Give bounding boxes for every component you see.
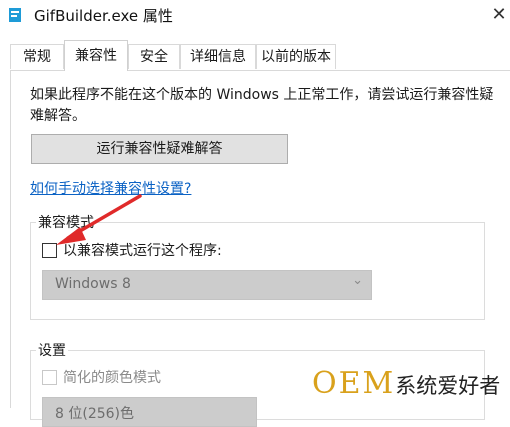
chevron-down-icon: ⌄ <box>352 273 363 288</box>
os-version-select[interactable]: Windows 8 ⌄ <box>42 270 372 300</box>
os-version-value: Windows 8 <box>55 276 131 292</box>
reduced-color-checkbox[interactable] <box>42 370 57 385</box>
reduced-color-label: 简化的颜色模式 <box>63 370 161 386</box>
tab-compatibility[interactable]: 兼容性 <box>64 40 128 71</box>
run-troubleshooter-button[interactable]: 运行兼容性疑难解答 <box>31 134 288 164</box>
manual-settings-link[interactable]: 如何手动选择兼容性设置? <box>30 178 191 198</box>
title-bar: GifBuilder.exe 属性 ✕ <box>0 0 510 32</box>
app-icon <box>9 8 21 22</box>
intro-text: 如果此程序不能在这个版本的 Windows 上正常工作，请尝试运行兼容性疑难解答… <box>30 87 494 124</box>
compat-mode-checkbox-label: 以兼容模式运行这个程序: <box>63 243 222 259</box>
window-title: GifBuilder.exe 属性 <box>34 7 173 25</box>
tab-general[interactable]: 常规 <box>10 44 64 69</box>
watermark-logo: OEM系统爱好者 <box>312 366 501 401</box>
color-mode-value: 8 位(256)色 <box>55 406 135 422</box>
settings-group-label: 设置 <box>36 340 68 360</box>
compat-mode-checkbox[interactable] <box>42 243 57 258</box>
tab-previous-versions[interactable]: 以前的版本 <box>256 44 336 69</box>
tab-details[interactable]: 详细信息 <box>180 44 256 69</box>
tab-bar: 常规 兼容性 安全 详细信息 以前的版本 <box>0 40 510 71</box>
color-mode-select[interactable]: 8 位(256)色 <box>42 397 257 427</box>
compat-mode-group-label: 兼容模式 <box>36 212 96 232</box>
close-icon[interactable]: ✕ <box>488 4 510 26</box>
tab-security[interactable]: 安全 <box>128 44 180 69</box>
